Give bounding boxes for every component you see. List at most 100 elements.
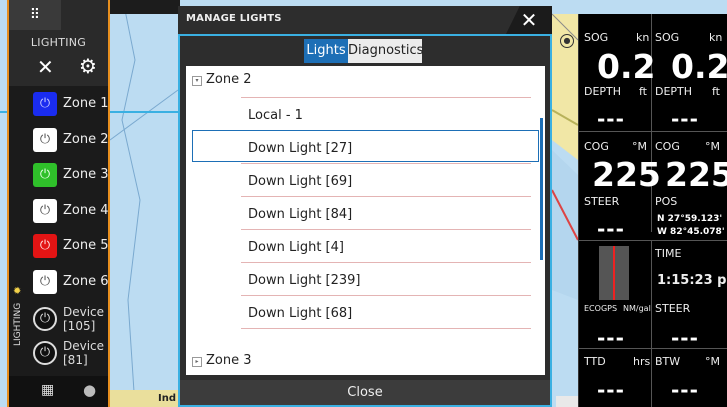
depth-value: ---: [597, 107, 625, 131]
sidebar-footer: ▦ ●: [9, 376, 108, 407]
collapse-toggle-icon[interactable]: ▾: [192, 76, 202, 86]
depth-unit: ft: [712, 85, 720, 98]
list-item[interactable]: Down Light [239]: [248, 273, 361, 288]
zone-label: Zone 1: [63, 96, 109, 111]
time-label: TIME: [655, 247, 682, 260]
list-item[interactable]: Down Light [27]: [248, 141, 352, 156]
cog-label: COG: [655, 140, 680, 153]
map-place-label: Ind: [158, 393, 176, 404]
tab-lights[interactable]: Lights: [304, 39, 348, 63]
divider: [651, 240, 652, 407]
zone-row-5[interactable]: ⏻ Zone 5: [11, 230, 109, 263]
zone-row-2[interactable]: ⏻ Zone 2: [11, 124, 109, 157]
list-item[interactable]: Down Light [69]: [248, 174, 352, 189]
pos-longitude: W 82°45.078': [657, 227, 725, 237]
dialog-body: Lights Diagnostics ▾ Zone 2 Local - 1 Dow…: [178, 34, 552, 407]
steer-bar-marker: [613, 246, 615, 300]
dialog-title: MANAGE LIGHTS: [186, 13, 282, 24]
device-label: Device [81]: [63, 339, 104, 367]
zone-label: Zone 5: [63, 238, 109, 253]
power-icon[interactable]: ⏻: [33, 270, 57, 294]
cog-unit: °M: [705, 140, 720, 153]
ttd-unit: hrs: [633, 355, 651, 368]
device-label-line1: Device: [63, 305, 105, 319]
close-sidebar-button[interactable]: ✕: [37, 57, 54, 77]
btw-value: ---: [671, 378, 699, 402]
expand-toggle-icon[interactable]: ▸: [192, 357, 202, 367]
list-item[interactable]: Local - 1: [248, 108, 303, 123]
close-icon: ✕: [520, 8, 538, 32]
dialog-close-button[interactable]: ✕: [506, 6, 552, 34]
north-arrow-icon[interactable]: ●: [560, 34, 574, 48]
zone-row-4[interactable]: ⏻ Zone 4: [11, 195, 109, 228]
sog-value: 0.2: [597, 47, 656, 86]
tab-diagnostics[interactable]: Diagnostics: [348, 39, 423, 63]
power-icon[interactable]: ⏻: [33, 163, 57, 187]
btw-unit: °M: [705, 355, 720, 368]
group-header-zone-3[interactable]: ▸ Zone 3: [192, 353, 252, 368]
divider: [579, 348, 727, 349]
divider: [241, 295, 531, 296]
sog-value: 0.2: [671, 47, 727, 86]
zone-label: Zone 2: [63, 132, 109, 147]
sog-unit: kn: [636, 31, 650, 44]
depth-label: DEPTH: [584, 85, 622, 98]
pos-label: POS: [655, 195, 678, 208]
divider: [241, 262, 531, 263]
depth-value: ---: [671, 107, 699, 131]
group-label: Zone 3: [206, 353, 252, 368]
divider: [579, 131, 727, 132]
list-item[interactable]: Down Light [84]: [248, 207, 352, 222]
lighting-side-tab[interactable]: LIGHTING: [9, 284, 27, 346]
side-tab-label: LIGHTING: [13, 302, 23, 346]
power-icon[interactable]: ⏻: [33, 128, 57, 152]
cog-unit: °M: [632, 140, 647, 153]
cog-value: 225: [592, 155, 661, 194]
power-icon[interactable]: ⏻: [33, 92, 57, 116]
steer-value: ---: [671, 326, 699, 350]
sidebar-title: LIGHTING: [30, 36, 87, 49]
device-label-line1: Device: [63, 339, 105, 353]
lightbulb-icon[interactable]: ●: [83, 381, 96, 399]
grid-icon: ⠿: [29, 7, 41, 23]
manage-lights-dialog: MANAGE LIGHTS ✕ Lights Diagnostics ▾ Zone…: [178, 6, 552, 407]
group-label: Zone 2: [206, 72, 252, 87]
eco-unit: NM/gal: [623, 304, 651, 313]
divider: [241, 229, 531, 230]
cog-label: COG: [584, 140, 609, 153]
instrument-panel: SOG kn 0.2 SOG kn 0.2 DEPTH ft --- DEPTH…: [578, 14, 727, 407]
zone-row-3[interactable]: ⏻ Zone 3: [11, 159, 109, 192]
settings-button[interactable]: ⚙: [79, 56, 97, 76]
eco-label: ECOGPS: [584, 304, 618, 313]
selected-item-highlight: [192, 130, 539, 162]
btw-label: BTW: [655, 355, 681, 368]
list-item[interactable]: Down Light [4]: [248, 240, 344, 255]
power-icon[interactable]: ⏻: [33, 307, 57, 331]
divider: [241, 163, 531, 164]
list-item[interactable]: Down Light [68]: [248, 306, 352, 321]
steer-label: STEER: [584, 195, 620, 208]
sidebar-header: ⠿ LIGHTING ✕ ⚙: [9, 0, 108, 86]
zone-row-1[interactable]: ⏻ Zone 1: [11, 88, 109, 121]
sog-label: SOG: [655, 31, 680, 44]
power-icon[interactable]: ⏻: [33, 234, 57, 258]
scenes-icon[interactable]: ▦: [41, 382, 54, 398]
divider: [241, 97, 531, 98]
sog-label: SOG: [584, 31, 609, 44]
zone-label: Zone 6: [63, 274, 109, 289]
apps-grid-button[interactable]: ⠿: [9, 0, 61, 30]
time-value: 1:15:23 pm: [657, 273, 727, 288]
depth-label: DEPTH: [655, 85, 693, 98]
ttd-label: TTD: [584, 355, 606, 368]
list-scrollbar[interactable]: [540, 118, 543, 260]
steer-bar-gauge: [599, 246, 629, 300]
close-button[interactable]: Close: [180, 380, 550, 405]
depth-unit: ft: [639, 85, 647, 98]
sog-unit: kn: [709, 31, 723, 44]
cog-value: 225: [665, 155, 727, 194]
steer-label: STEER: [655, 302, 691, 315]
power-icon[interactable]: ⏻: [33, 199, 57, 223]
power-icon[interactable]: ⏻: [33, 341, 57, 365]
group-header-zone-2[interactable]: ▾ Zone 2: [192, 72, 252, 87]
eco-value: ---: [597, 326, 625, 350]
